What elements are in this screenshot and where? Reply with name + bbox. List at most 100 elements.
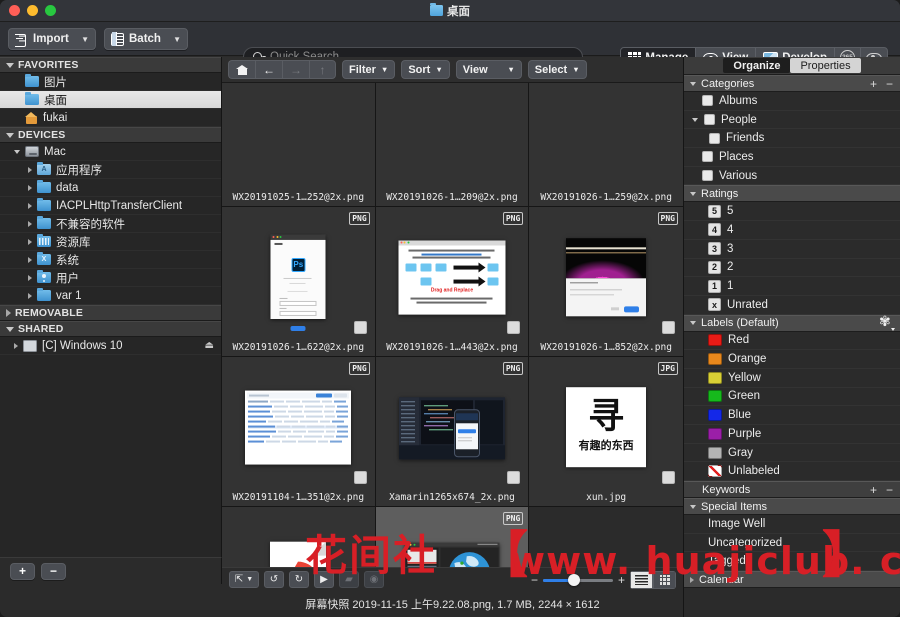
chevron-down-icon[interactable] bbox=[692, 117, 698, 122]
checkbox[interactable] bbox=[709, 132, 720, 144]
thumbnail-grid-container[interactable]: WX20191025-1…252@2x.png WX20191026-1…209… bbox=[222, 83, 683, 567]
chevron-right-icon[interactable] bbox=[14, 342, 18, 349]
chevron-right-icon[interactable] bbox=[28, 238, 32, 245]
add-category-button[interactable]: + bbox=[870, 78, 877, 90]
group-header-labels[interactable]: Labels (Default) bbox=[684, 314, 900, 332]
chevron-down-icon[interactable] bbox=[14, 149, 20, 154]
grid-view-button[interactable] bbox=[653, 570, 676, 589]
special-item-image-well[interactable]: Image Well bbox=[684, 515, 900, 534]
category-item-friends[interactable]: Friends bbox=[684, 129, 900, 149]
rating-item-3[interactable]: 3 3 bbox=[684, 240, 900, 259]
sidebar-section-shared[interactable]: SHARED bbox=[0, 321, 221, 337]
select-checkbox[interactable] bbox=[353, 471, 367, 484]
sidebar-item-system[interactable]: 系统 bbox=[0, 251, 221, 269]
view-mode-toggle[interactable] bbox=[630, 570, 676, 589]
navigation-buttons[interactable]: ← → ↑ bbox=[228, 60, 336, 79]
rating-item-unrated[interactable]: x Unrated bbox=[684, 296, 900, 315]
label-item-green[interactable]: Green bbox=[684, 388, 900, 407]
filter-menu[interactable]: Filter ▼ bbox=[342, 60, 396, 79]
sidebar-section-favorites[interactable]: FAVORITES bbox=[0, 57, 221, 73]
select-checkbox[interactable] bbox=[507, 321, 521, 334]
sidebar-item-incompatible-software[interactable]: 不兼容的软件 bbox=[0, 215, 221, 233]
select-checkbox[interactable] bbox=[353, 321, 367, 334]
special-item-tagged[interactable]: Tagged bbox=[684, 552, 900, 572]
sidebar-item-var1[interactable]: var 1 bbox=[0, 287, 221, 305]
sidebar-item-mac[interactable]: Mac bbox=[0, 143, 221, 161]
zoom-slider[interactable] bbox=[542, 573, 613, 587]
checkbox[interactable] bbox=[702, 170, 713, 182]
checkbox[interactable] bbox=[702, 95, 713, 107]
zoom-controls[interactable]: − + bbox=[531, 570, 676, 589]
zoom-in-button[interactable]: + bbox=[618, 574, 625, 586]
rating-item-5[interactable]: 5 5 bbox=[684, 202, 900, 222]
slideshow-button[interactable]: ▶ bbox=[314, 571, 334, 588]
sidebar-item-data[interactable]: data bbox=[0, 179, 221, 197]
back-button[interactable]: ← bbox=[255, 60, 282, 79]
thumbnail-cell[interactable]: JPG 寻 有趣的东西 xun.jpg bbox=[529, 357, 683, 507]
category-item-places[interactable]: Places bbox=[684, 148, 900, 167]
sidebar-item-pictures[interactable]: 图片 bbox=[0, 73, 221, 91]
select-checkbox[interactable] bbox=[661, 321, 675, 334]
rotate-right-button[interactable]: ↻ bbox=[289, 571, 309, 588]
sidebar-section-removable[interactable]: REMOVABLE bbox=[0, 305, 221, 321]
folder-button[interactable]: ▰ bbox=[339, 571, 359, 588]
tab-organize[interactable]: Organize bbox=[723, 58, 791, 73]
label-item-gray[interactable]: Gray bbox=[684, 444, 900, 463]
chevron-right-icon[interactable] bbox=[28, 166, 32, 173]
special-item-uncategorized[interactable]: Uncategorized bbox=[684, 534, 900, 553]
add-favorite-button[interactable]: + bbox=[10, 562, 35, 580]
batch-button[interactable]: Batch ▼ bbox=[104, 28, 188, 50]
tab-properties[interactable]: Properties bbox=[790, 58, 861, 73]
view-menu[interactable]: View ▼ bbox=[455, 60, 522, 79]
thumbnail-cell[interactable]: PNG Ps WX20191026-1…622@2x.png bbox=[222, 207, 376, 357]
sidebar[interactable]: FAVORITES 图片 桌面 fukai DEVICES Mac 应用程序 bbox=[0, 57, 222, 557]
select-menu[interactable]: Select ▼ bbox=[527, 60, 587, 79]
gear-icon[interactable] bbox=[879, 314, 895, 331]
add-keyword-button[interactable]: + bbox=[870, 484, 877, 496]
remove-favorite-button[interactable]: − bbox=[41, 562, 66, 580]
thumbnail-cell[interactable]: WX20191026-1…209@2x.png bbox=[375, 83, 530, 207]
right-panel[interactable]: Organize Properties Categories + − Album… bbox=[683, 57, 900, 617]
label-item-purple[interactable]: Purple bbox=[684, 425, 900, 444]
category-item-albums[interactable]: Albums bbox=[684, 92, 900, 111]
chevron-right-icon[interactable] bbox=[28, 274, 32, 281]
checkbox[interactable] bbox=[704, 114, 715, 126]
group-header-special-items[interactable]: Special Items bbox=[684, 498, 900, 516]
label-item-orange[interactable]: Orange bbox=[684, 350, 900, 369]
group-header-calendar[interactable]: Calendar bbox=[684, 571, 900, 589]
thumbnail-cell[interactable]: yinsi.html bbox=[222, 507, 376, 567]
list-view-button[interactable] bbox=[630, 570, 653, 589]
group-header-categories[interactable]: Categories + − bbox=[684, 75, 900, 92]
checkbox[interactable] bbox=[702, 151, 713, 163]
sidebar-item-iacplhttptransferclient[interactable]: IACPLHttpTransferClient bbox=[0, 197, 221, 215]
sidebar-item-applications[interactable]: 应用程序 bbox=[0, 161, 221, 179]
home-button[interactable] bbox=[228, 60, 255, 79]
chevron-right-icon[interactable] bbox=[28, 256, 32, 263]
label-item-blue[interactable]: Blue bbox=[684, 406, 900, 425]
thumbnail-cell[interactable]: PNG bbox=[375, 357, 530, 507]
forward-button[interactable]: → bbox=[282, 60, 309, 79]
chevron-right-icon[interactable] bbox=[28, 220, 32, 227]
sidebar-item-windows10[interactable]: [C] Windows 10 ⏏ bbox=[0, 337, 221, 355]
rating-item-4[interactable]: 4 4 bbox=[684, 221, 900, 240]
thumbnail-cell[interactable]: PNG bbox=[375, 207, 530, 357]
sidebar-item-desktop[interactable]: 桌面 bbox=[0, 91, 221, 109]
rating-item-1[interactable]: 1 1 bbox=[684, 277, 900, 296]
sidebar-item-fukai[interactable]: fukai bbox=[0, 109, 221, 127]
import-button[interactable]: Import ▼ bbox=[8, 28, 96, 50]
open-with-button[interactable]: ⇱ ▼ bbox=[229, 571, 259, 588]
thumbnail-cell[interactable]: WX20191025-1…252@2x.png bbox=[222, 83, 376, 207]
thumbnail-cell[interactable]: PNG bbox=[375, 507, 530, 567]
thumbnail-cell[interactable]: PNG bbox=[529, 207, 683, 357]
compass-button[interactable]: ◉ bbox=[364, 571, 384, 588]
rotate-left-button[interactable]: ↺ bbox=[264, 571, 284, 588]
thumbnail-cell[interactable]: WX20191026-1…259@2x.png bbox=[529, 83, 683, 207]
select-checkbox[interactable] bbox=[507, 471, 521, 484]
rating-item-2[interactable]: 2 2 bbox=[684, 259, 900, 278]
group-header-ratings[interactable]: Ratings bbox=[684, 185, 900, 203]
sidebar-section-devices[interactable]: DEVICES bbox=[0, 127, 221, 143]
select-checkbox[interactable] bbox=[661, 471, 675, 484]
panel-tabs[interactable]: Organize Properties bbox=[684, 57, 900, 75]
eject-icon[interactable]: ⏏ bbox=[205, 340, 214, 351]
sidebar-item-users[interactable]: 用户 bbox=[0, 269, 221, 287]
